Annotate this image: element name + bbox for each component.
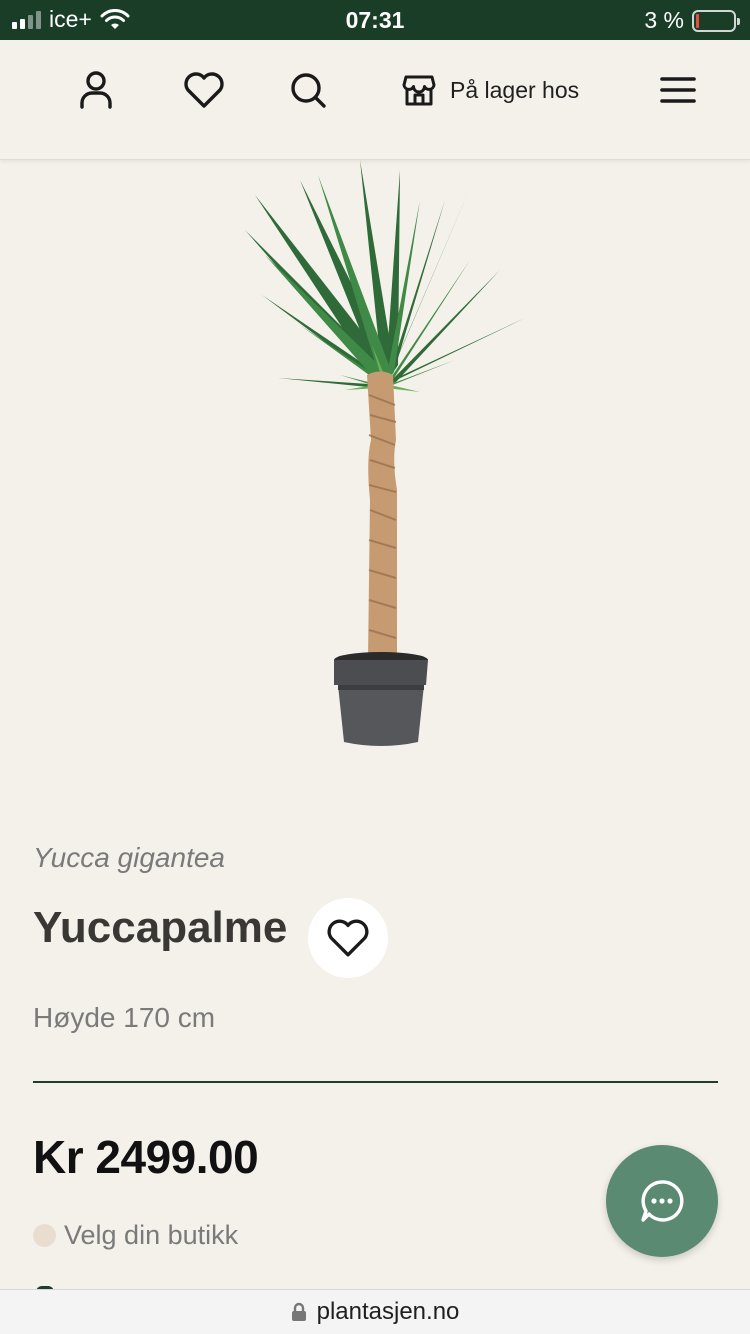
chat-button[interactable] xyxy=(606,1145,718,1257)
heart-icon[interactable] xyxy=(182,68,226,112)
store-link-label: På lager hos xyxy=(450,76,580,103)
heart-icon xyxy=(327,919,369,957)
chat-bubble-icon xyxy=(641,1180,684,1222)
store-radio[interactable] xyxy=(33,1224,56,1247)
store-select-option[interactable]: Velg din butikk xyxy=(33,1220,238,1251)
product-height: Høyde 170 cm xyxy=(33,1002,216,1033)
product-image xyxy=(0,160,750,770)
browser-url-bar[interactable]: plantasjen.no xyxy=(0,1289,750,1334)
lock-icon xyxy=(291,1302,306,1321)
status-bar: ice+ 07:31 3 % xyxy=(0,0,750,40)
store-icon xyxy=(402,75,436,106)
status-time: 07:31 xyxy=(345,7,405,33)
battery-icon xyxy=(692,9,740,32)
store-availability-link[interactable]: På lager hos xyxy=(402,68,579,112)
product-latin-name: Yucca gigantea xyxy=(33,842,225,873)
store-select-label: Velg din butikk xyxy=(64,1220,239,1250)
site-header: På lager hos xyxy=(0,40,750,160)
search-icon[interactable] xyxy=(286,68,330,112)
menu-icon[interactable] xyxy=(656,68,700,112)
user-icon[interactable] xyxy=(74,68,118,112)
url-domain: plantasjen.no xyxy=(316,1298,460,1325)
battery-percent: 3 % xyxy=(644,7,684,33)
divider xyxy=(33,1081,718,1083)
product-title: Yuccapalme xyxy=(33,903,288,952)
add-to-favorites-button[interactable] xyxy=(308,898,388,978)
status-right: 3 % xyxy=(644,7,740,34)
product-price: Kr 2499.00 xyxy=(33,1131,259,1183)
